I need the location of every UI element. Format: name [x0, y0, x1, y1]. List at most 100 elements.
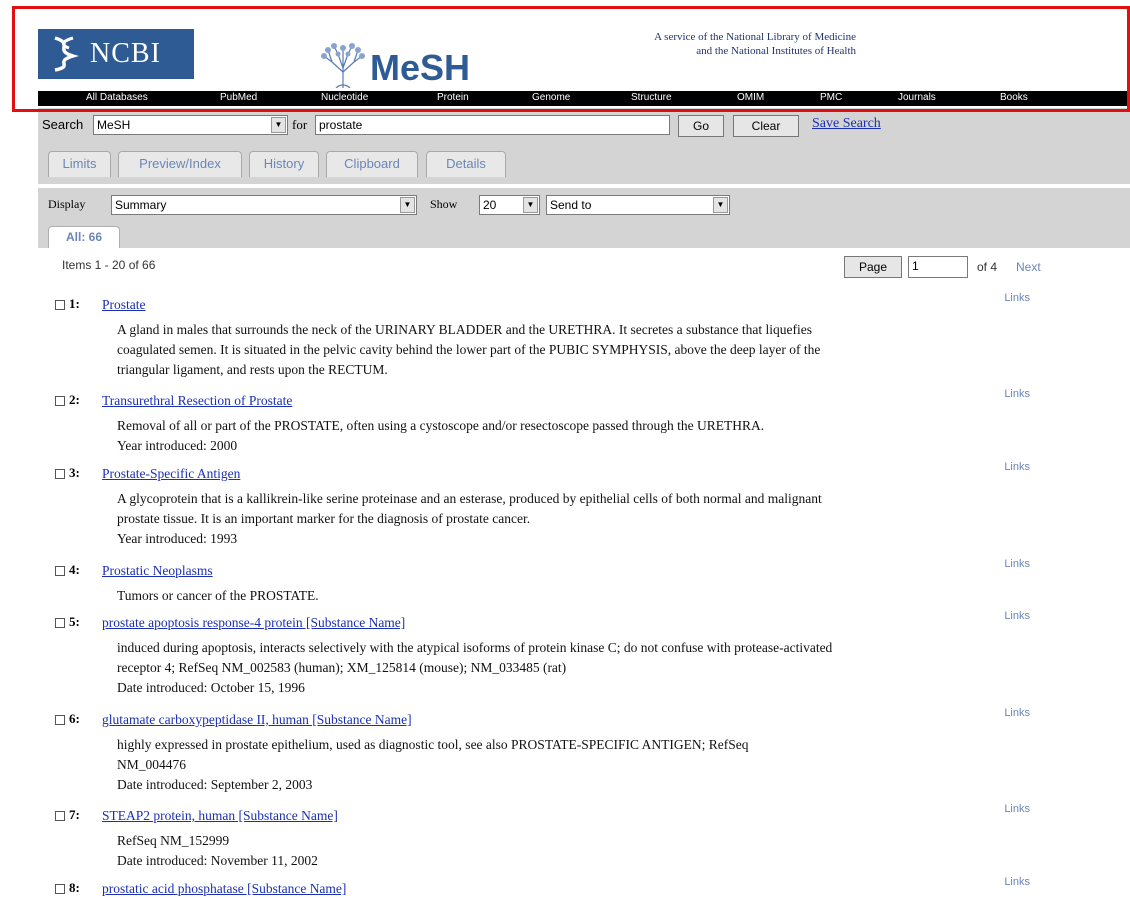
- result-title-link[interactable]: prostatic acid phosphatase [Substance Na…: [102, 881, 346, 897]
- nav-item-books[interactable]: Books: [1000, 92, 1028, 103]
- nav-item-pubmed[interactable]: PubMed: [220, 92, 257, 103]
- display-bar: Display Summary ▼ Show 20 ▼ Send to ▼ Al…: [38, 188, 1130, 248]
- page-number-input[interactable]: 1: [908, 256, 968, 278]
- go-button[interactable]: Go: [678, 115, 724, 137]
- result-description-line: Date introduced: October 15, 1996: [117, 680, 305, 695]
- result-description-line: Year introduced: 2000: [117, 438, 238, 453]
- display-format-select[interactable]: Summary ▼: [111, 195, 417, 215]
- result-title-link[interactable]: Prostate: [102, 297, 146, 313]
- result-title-link[interactable]: STEAP2 protein, human [Substance Name]: [102, 808, 338, 824]
- result-description-line: coagulated semen. It is situated in the …: [117, 342, 821, 357]
- tab-details[interactable]: Details: [426, 151, 506, 177]
- result-checkbox[interactable]: [55, 300, 65, 310]
- result-number: 6:: [69, 711, 80, 726]
- result-description-line: Year introduced: 1993: [117, 531, 238, 546]
- result-description-line: Tumors or cancer of the PROSTATE.: [117, 588, 319, 603]
- result-checkbox[interactable]: [55, 715, 65, 725]
- result-links-link[interactable]: Links: [1004, 803, 1030, 815]
- for-label: for: [292, 117, 308, 132]
- result-description-line: highly expressed in prostate epithelium,…: [117, 737, 749, 752]
- result-checkbox[interactable]: [55, 618, 65, 628]
- items-count: Items 1 - 20 of 66: [62, 258, 156, 272]
- database-select-value: MeSH: [97, 118, 131, 132]
- search-input-value: prostate: [319, 118, 363, 132]
- nav-item-nucleotide[interactable]: Nucleotide: [321, 92, 368, 103]
- result-checkbox[interactable]: [55, 884, 65, 894]
- dropdown-arrow-icon: ▼: [523, 197, 538, 213]
- result-links-link[interactable]: Links: [1004, 610, 1030, 622]
- search-label: Search: [42, 117, 84, 132]
- result-description-line: A gland in males that surrounds the neck…: [117, 322, 812, 337]
- result-description-line: Date introduced: November 11, 2002: [117, 853, 318, 868]
- result-checkbox[interactable]: [55, 396, 65, 406]
- display-label: Display: [48, 197, 86, 211]
- save-search-link[interactable]: Save Search: [812, 116, 881, 132]
- send-to-select[interactable]: Send to ▼: [546, 195, 730, 215]
- mesh-logo[interactable]: MeSH: [318, 38, 470, 88]
- result-description-line: A glycoprotein that is a kallikrein-like…: [117, 491, 822, 506]
- result-title-link[interactable]: Transurethral Resection of Prostate: [102, 393, 292, 409]
- ncbi-logo[interactable]: NCBI: [38, 29, 194, 79]
- page-number-value: 1: [912, 259, 919, 273]
- nav-item-omim[interactable]: OMIM: [737, 92, 764, 103]
- search-bar: Search MeSH ▼ for prostate Go Clear Save…: [38, 108, 1130, 184]
- service-line-2: and the National Institutes of Health: [696, 45, 856, 57]
- result-links-link[interactable]: Links: [1004, 707, 1030, 719]
- result-number: 7:: [69, 807, 80, 822]
- nav-item-genome[interactable]: Genome: [532, 92, 570, 103]
- result-links-link[interactable]: Links: [1004, 876, 1030, 888]
- nav-item-journals[interactable]: Journals: [898, 92, 936, 103]
- result-links-link[interactable]: Links: [1004, 388, 1030, 400]
- display-format-value: Summary: [115, 198, 167, 212]
- tab-clipboard[interactable]: Clipboard: [326, 151, 418, 177]
- result-links-link[interactable]: Links: [1004, 558, 1030, 570]
- result-description-line: receptor 4; RefSeq NM_002583 (human); XM…: [117, 660, 567, 675]
- dropdown-arrow-icon: ▼: [713, 197, 728, 213]
- result-checkbox[interactable]: [55, 566, 65, 576]
- page-header: NCBI MeSH A service of the National Libr…: [0, 0, 1130, 90]
- result-number: 2:: [69, 392, 80, 407]
- result-checkbox[interactable]: [55, 811, 65, 821]
- nav-item-protein[interactable]: Protein: [437, 92, 469, 103]
- result-description-line: Date introduced: September 2, 2003: [117, 777, 313, 792]
- result-number: 3:: [69, 465, 80, 480]
- result-title-link[interactable]: Prostatic Neoplasms: [102, 563, 213, 579]
- next-page-link[interactable]: Next: [1016, 260, 1041, 274]
- result-title-link[interactable]: Prostate-Specific Antigen: [102, 466, 240, 482]
- result-title-link[interactable]: glutamate carboxypeptidase II, human [Su…: [102, 712, 412, 728]
- result-description-line: induced during apoptosis, interacts sele…: [117, 640, 833, 655]
- result-title-link[interactable]: prostate apoptosis response-4 protein [S…: [102, 615, 405, 631]
- result-description-line: NM_004476: [117, 757, 187, 772]
- search-input[interactable]: prostate: [315, 115, 670, 135]
- result-description-line: Removal of all or part of the PROSTATE, …: [117, 418, 765, 433]
- show-count-value: 20: [483, 198, 497, 212]
- result-number: 5:: [69, 614, 80, 629]
- result-links-link[interactable]: Links: [1004, 461, 1030, 473]
- page-button[interactable]: Page: [844, 256, 902, 278]
- nav-item-structure[interactable]: Structure: [631, 92, 672, 103]
- dropdown-arrow-icon: ▼: [400, 197, 415, 213]
- result-description-line: RefSeq NM_152999: [117, 833, 230, 848]
- result-description-line: triangular ligament, and rests upon the …: [117, 362, 388, 377]
- nav-item-pmc[interactable]: PMC: [820, 92, 842, 103]
- show-count-select[interactable]: 20 ▼: [479, 195, 540, 215]
- service-line-1: A service of the National Library of Med…: [654, 31, 856, 43]
- dna-helix-icon: [38, 29, 90, 79]
- mesh-logo-text: MeSH: [370, 47, 471, 88]
- clear-button[interactable]: Clear: [733, 115, 799, 137]
- ncbi-logo-text: NCBI: [90, 38, 161, 69]
- result-links-link[interactable]: Links: [1004, 292, 1030, 304]
- result-checkbox[interactable]: [55, 469, 65, 479]
- dropdown-arrow-icon: ▼: [271, 117, 286, 133]
- nav-item-all-databases[interactable]: All Databases: [86, 92, 148, 103]
- service-tagline: A service of the National Library of Med…: [560, 30, 856, 58]
- tab-limits[interactable]: Limits: [48, 151, 111, 177]
- tab-all-results[interactable]: All: 66: [48, 226, 120, 248]
- tab-preview-index[interactable]: Preview/Index: [118, 151, 242, 177]
- send-to-value: Send to: [550, 198, 592, 212]
- database-select[interactable]: MeSH ▼: [93, 115, 288, 135]
- show-label: Show: [430, 197, 458, 211]
- result-number: 1:: [69, 296, 80, 311]
- tab-history[interactable]: History: [249, 151, 319, 177]
- page-of-text: of 4: [977, 260, 998, 274]
